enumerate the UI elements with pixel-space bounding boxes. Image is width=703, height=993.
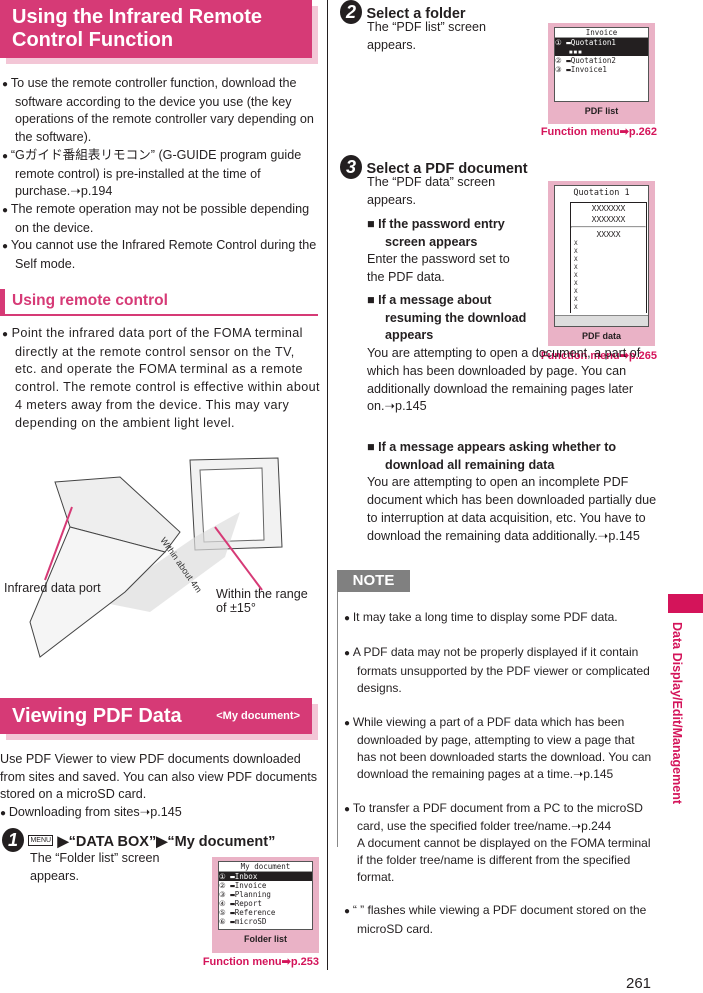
folder-item[interactable]: ③ ▬Planning [219,890,312,899]
function-menu-ref: Function menu➡p.262 [540,126,657,138]
pdf-list-screen: Invoice ① ▬Quotation1 ▪▪▪ ② ▬Quotation2 … [548,23,655,124]
folder-item[interactable]: ⑥ ▬microSD [219,917,312,926]
pdf-item[interactable]: ② ▬Quotation2 [555,56,648,65]
note-rule [337,592,338,847]
bullet: Point the infrared data port of the FOMA… [2,325,320,432]
folder-item[interactable]: ① ▬Inbox [219,872,312,881]
step-number: 3 [340,155,362,179]
sub-text: Enter the password set to the PDF data. [367,252,510,285]
screen-title: My document [219,862,312,872]
screen-title: Invoice [555,28,648,38]
screen-title: Quotation 1 [573,188,630,198]
remote-control-illustration: Within about 4m [29,457,283,658]
pdf-item[interactable]: ① ▬Quotation1 ▪▪▪ [555,38,648,56]
step-title: ▶“DATA BOX”▶“My document” [57,834,276,850]
subsection-header: Using remote control [0,289,318,316]
step-desc: The “Folder list” screen appears. [30,851,160,883]
bullet: The remote operation may not be possible… [2,201,318,237]
side-tab-label: Data Display/Edit/Management [670,622,684,804]
screen-caption: Folder list [243,934,287,944]
sub-heading: If a message about resuming the download… [367,292,535,345]
menu-key-icon: MENU [28,835,54,846]
step-desc: The “PDF list” screen appears. [367,20,486,52]
section-title-infrared: Using the Infrared Remote Control Functi… [0,0,312,58]
section-title-pdf: Viewing PDF Data <My document> [0,698,312,734]
folder-item[interactable]: ② ▬Invoice [219,881,312,890]
pdf-item[interactable]: ③ ▬Invoice1 [555,65,648,74]
side-tab-marker [668,594,703,613]
sub-download-all: If a message appears asking whether to d… [367,439,657,545]
intro-text: Use PDF Viewer to view PDF documents dow… [0,752,318,802]
my-document-tag: <My document> [216,710,300,722]
sub-resume: If a message about resuming the download… [367,292,657,416]
pdf-intro: Use PDF Viewer to view PDF documents dow… [0,751,318,823]
infrared-port-label: Infrared data port [4,581,101,595]
bullet: “Gガイド番組表リモコン” (G-GUIDE program guide rem… [2,147,318,201]
note-bullet: A PDF data may not be properly displayed… [344,644,656,696]
sub-heading: If the password entry screen appears [367,216,517,251]
sub-text: You are attempting to open an incomplete… [367,475,657,543]
function-menu-ref: Function menu➡p.253 [202,956,319,968]
range-label: Within the range of ±15° [216,587,308,615]
sub-heading: If a message appears asking whether to d… [367,439,657,474]
bullet: Downloading from sites➝p.145 [0,804,318,823]
subsection-title: Using remote control [12,292,168,309]
column-divider [327,0,328,970]
step-1: 1 MENU ▶“DATA BOX”▶“My document” [2,828,275,852]
folder-list-screen: My document ① ▬Inbox ② ▬Invoice ③ ▬Plann… [212,857,319,953]
bullet: To use the remote controller function, d… [2,75,318,147]
note-label: NOTE [337,570,410,592]
bullet: You cannot use the Infrared Remote Contr… [2,237,318,273]
note-bullet: It may take a long time to display some … [344,609,656,628]
screen-caption: PDF list [584,106,619,116]
sub-password: If the password entry screen appears Ent… [367,216,517,287]
folder-item[interactable]: ④ ▬Report [219,899,312,908]
pdf-title: Viewing PDF Data [12,705,182,727]
folder-item[interactable]: ⑤ ▬Reference [219,908,312,917]
step-number: 2 [340,0,362,24]
remote-bullets: Point the infrared data port of the FOMA… [2,325,320,432]
sub-text: You are attempting to open a document, a… [367,346,641,414]
note-bullet: To transfer a PDF document from a PC to … [344,800,656,886]
step-desc: The “PDF data” screen appears. [367,175,496,207]
note-bullets: It may take a long time to display some … [344,592,656,955]
step-number: 1 [2,828,24,852]
infrared-bullets: To use the remote controller function, d… [2,75,318,274]
note-bullet: While viewing a part of a PDF data which… [344,714,656,783]
note-bullet: “ ” flashes while viewing a PDF document… [344,902,656,938]
page-number: 261 [626,975,652,992]
